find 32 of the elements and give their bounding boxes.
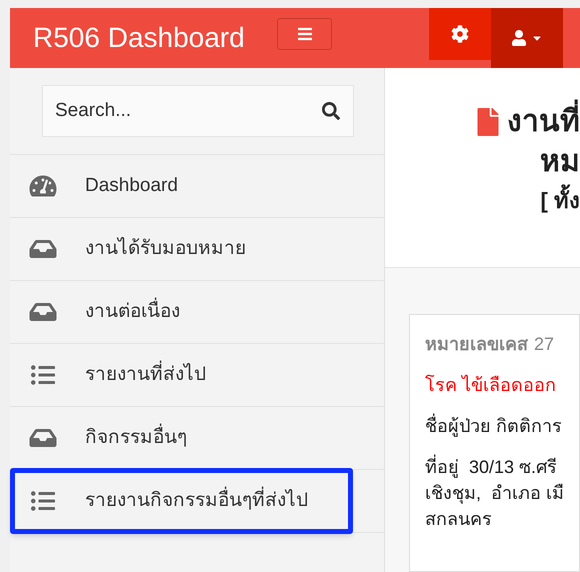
case-number: 27 xyxy=(534,333,554,356)
user-menu-button[interactable] xyxy=(491,8,563,68)
address-text: สกลนคร xyxy=(425,508,493,531)
address-text: ที่อยู่ 30/13 ซ.ศรี xyxy=(425,454,579,480)
page-subtitle: [ ทั้ง xyxy=(540,184,580,217)
case-label: หมายเลขเคส xyxy=(425,333,528,356)
document-icon xyxy=(477,108,499,136)
nav-item[interactable]: กิจกรรมอื่นๆ xyxy=(10,407,384,469)
inbox-icon xyxy=(28,237,58,261)
settings-button[interactable] xyxy=(429,8,491,60)
inbox-icon xyxy=(28,300,58,324)
nav-item[interactable]: งานต่อเนื่อง xyxy=(10,281,384,343)
user-icon xyxy=(511,30,527,46)
list-icon xyxy=(28,363,58,387)
inbox-icon xyxy=(28,426,58,450)
nav-item[interactable]: รายงานกิจกรรมอื่นๆที่ส่งไป xyxy=(10,470,384,532)
page-title: งานที่ xyxy=(507,102,580,142)
patient-name: ชื่อผู้ป่วย กิตติการ xyxy=(425,413,579,440)
settings-icon xyxy=(451,25,469,43)
gauge-icon xyxy=(28,174,58,198)
disease-text: โรค ไข้เลือดออก xyxy=(425,374,558,397)
brand-title[interactable]: R506 Dashboard xyxy=(33,17,277,59)
nav-item[interactable]: Dashboard xyxy=(10,155,384,217)
page-title: หม xyxy=(540,144,580,180)
search-icon xyxy=(322,102,340,120)
menu-icon xyxy=(296,26,312,42)
nav-item[interactable]: รายงานที่ส่งไป xyxy=(10,344,384,406)
search-field[interactable]: Search... xyxy=(42,85,354,137)
nav-item[interactable]: งานได้รับมอบหมาย xyxy=(10,218,384,280)
menu-toggle-button[interactable] xyxy=(277,18,332,50)
address-text: เชิงชุม, อำเภอ เมื xyxy=(425,482,566,506)
list-icon xyxy=(28,489,58,513)
